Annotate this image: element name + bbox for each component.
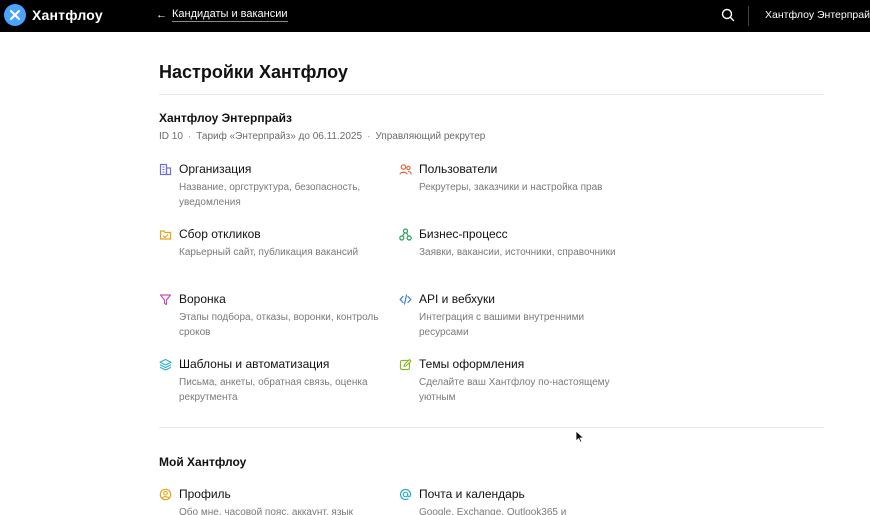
my-item-desc: Google, Exchange, Outlook365 и xyxy=(419,507,567,515)
logo[interactable]: Хантфлоу xyxy=(4,4,103,26)
settings-item-desc: Интеграция с вашими внутренними ресурсам… xyxy=(419,312,585,338)
arrow-left-icon: ← xyxy=(156,9,167,21)
back-link-label: Кандидаты и вакансии xyxy=(172,8,288,22)
settings-item-title: Сбор откликов xyxy=(179,227,261,241)
settings-item-title: Темы оформления xyxy=(419,357,525,371)
funnel-icon xyxy=(159,294,172,306)
search-icon xyxy=(721,8,735,22)
my-item-title: Почта и календарь xyxy=(419,487,525,501)
settings-item-title: API и вебхуки xyxy=(419,292,495,306)
settings-item-desc: Этапы подбора, отказы, воронки, контроль… xyxy=(179,312,379,338)
mouse-cursor-icon xyxy=(575,430,585,443)
settings-item-title: Бизнес-процесс xyxy=(419,227,508,241)
folder-icon xyxy=(159,230,172,240)
top-bar: Хантфлоу ← Кандидаты и вакансии Хантфлоу… xyxy=(0,0,870,32)
profile-icon xyxy=(159,488,172,501)
settings-item-title: Организация xyxy=(179,162,252,176)
page-title: Настройки Хантфлоу xyxy=(159,62,348,82)
company-meta: ID 10 · Тариф «Энтерпрайз» до 06.11.2025 · У… xyxy=(159,131,485,142)
settings-item-desc: Рекрутеры, заказчики и настройка прав xyxy=(419,182,603,193)
company-tariff: Тариф «Энтерпрайз» до 06.11.2025 xyxy=(196,131,363,142)
meta-separator: · xyxy=(187,131,192,142)
settings-item-desc: Карьерный сайт, публикация вакансий xyxy=(179,247,359,258)
settings-item-desc: Название, оргструктура, безопасность, ув… xyxy=(179,182,361,208)
building-icon xyxy=(159,163,172,176)
settings-item-title: Воронка xyxy=(179,292,226,306)
settings-item-title: Пользователи xyxy=(419,162,498,176)
logo-icon xyxy=(4,4,26,26)
edit-icon xyxy=(399,358,412,371)
meta-separator: · xyxy=(367,131,371,142)
topbar-divider xyxy=(748,6,749,26)
title-divider xyxy=(159,94,824,95)
layers-icon xyxy=(159,358,172,371)
settings-item-desc: Сделайте ваш Хантфлоу по-настоящему уютн… xyxy=(419,377,610,403)
section-divider xyxy=(159,427,824,428)
process-icon xyxy=(399,228,412,241)
org-switcher[interactable]: Хантфлоу Энтерпрайз xyxy=(765,9,870,21)
section-title-my: Мой Хантфлоу xyxy=(159,455,247,469)
at-icon xyxy=(399,488,412,501)
company-id: ID 10 xyxy=(159,131,183,142)
my-item-title: Профиль xyxy=(179,487,231,501)
company-role: Управляющий рекрутер xyxy=(375,131,486,142)
search-button[interactable] xyxy=(720,7,736,23)
logo-text: Хантфлоу xyxy=(32,7,103,23)
code-icon xyxy=(399,294,412,305)
settings-item-desc: Заявки, вакансии, источники, справочники xyxy=(419,247,616,258)
users-icon xyxy=(399,164,412,175)
back-link[interactable]: ← Кандидаты и вакансии xyxy=(156,8,288,22)
settings-item-desc: Письма, анкеты, обратная связь, оценка р… xyxy=(179,377,368,403)
settings-item-title: Шаблоны и автоматизация xyxy=(179,357,330,371)
my-item-desc: Обо мне, часовой пояс, аккаунт, язык xyxy=(179,507,353,515)
company-name: Хантфлоу Энтерпрайз xyxy=(159,111,292,125)
